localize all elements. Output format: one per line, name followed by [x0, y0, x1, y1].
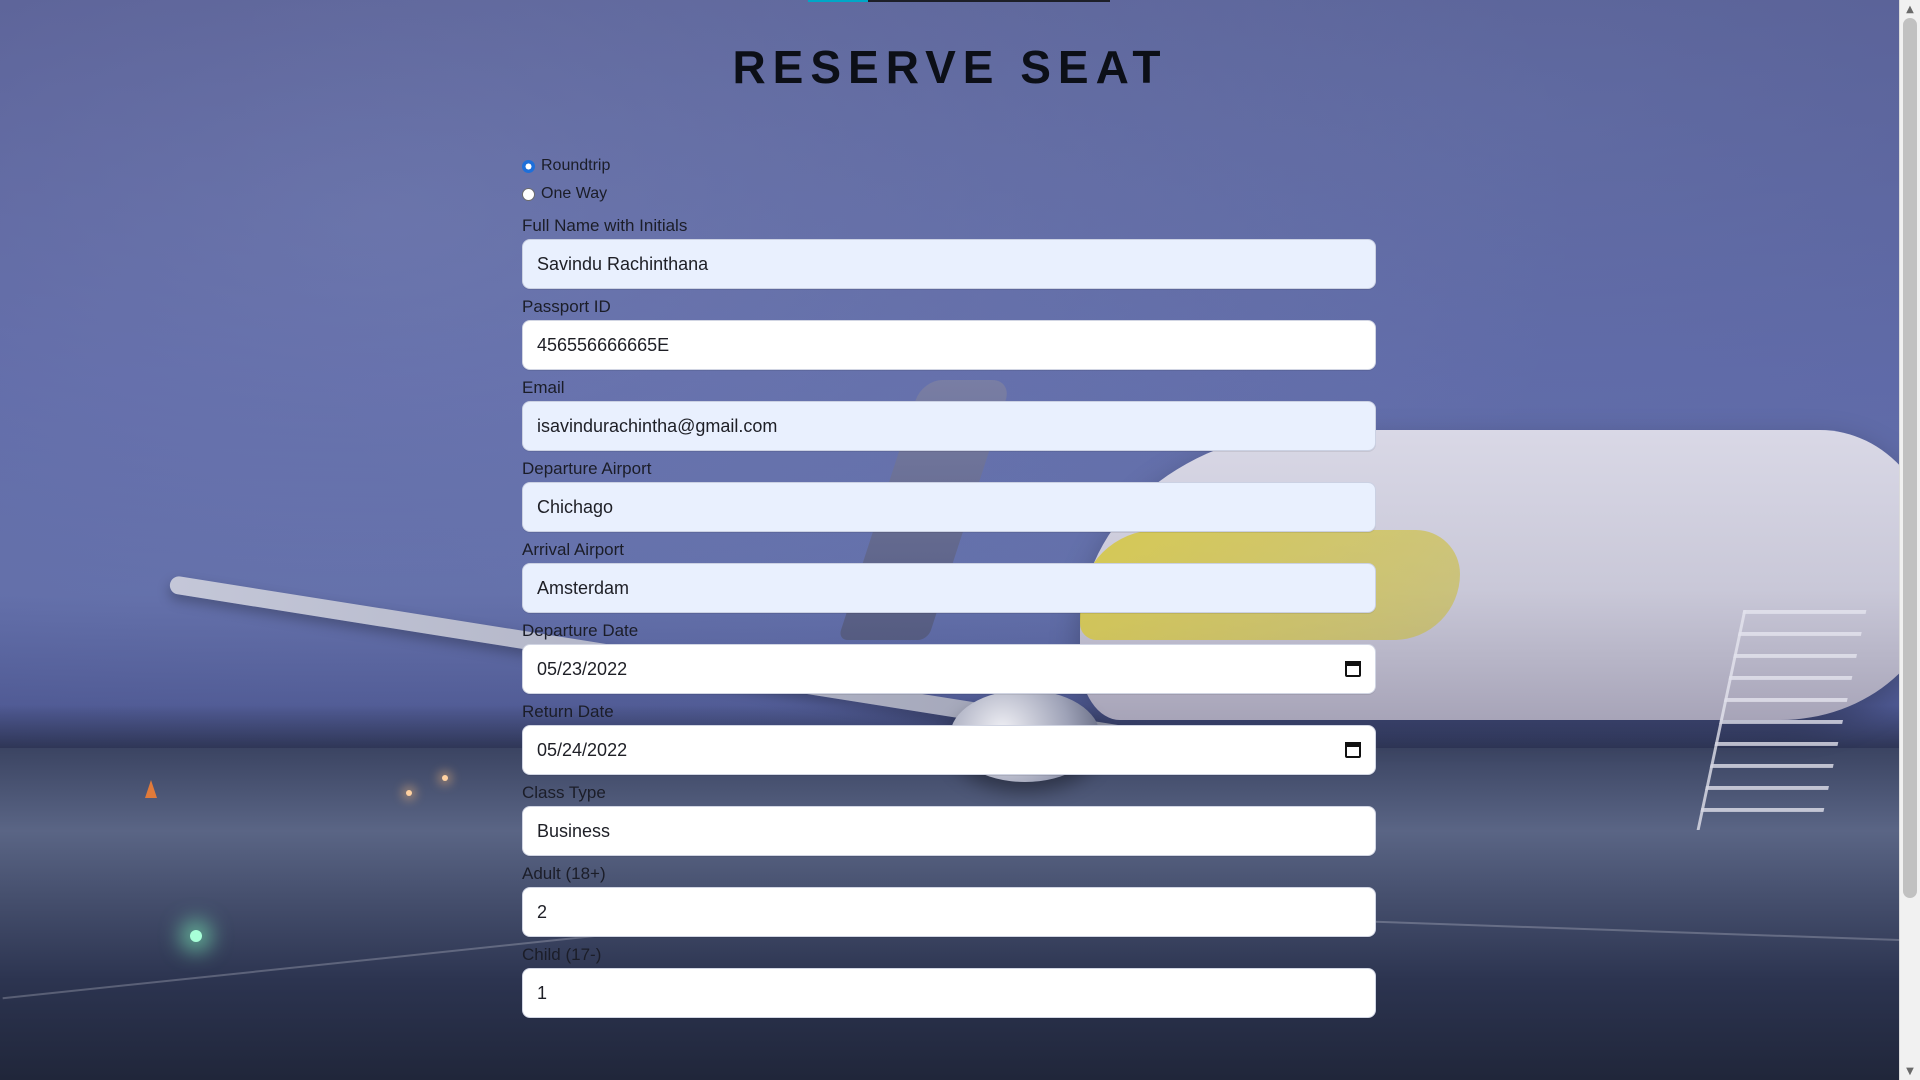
radio-label: One Way — [541, 185, 608, 202]
departure-airport-input[interactable]: Chichago — [522, 482, 1376, 532]
chevron-up-icon[interactable]: ▲ — [1900, 0, 1920, 18]
email-label: Email — [522, 378, 565, 397]
child-input[interactable]: 1 — [522, 968, 1376, 1018]
chevron-down-icon[interactable]: ▼ — [1900, 1062, 1920, 1080]
full-name-label: Full Name with Initials — [522, 216, 688, 235]
adult-value: 2 — [537, 901, 548, 922]
full-name-input[interactable]: Savindu Rachinthana — [522, 239, 1376, 289]
calendar-icon[interactable] — [1345, 742, 1361, 758]
calendar-icon[interactable] — [1345, 661, 1361, 677]
class-type-input[interactable]: Business — [522, 806, 1376, 856]
vertical-scrollbar[interactable]: ▲ ▼ — [1899, 0, 1920, 1080]
runway-light — [442, 775, 448, 781]
departure-airport-label: Departure Airport — [522, 459, 652, 478]
email-value: isavindurachintha@gmail.com — [537, 415, 778, 436]
departure-date-label: Departure Date — [522, 621, 639, 640]
arrival-airport-label: Arrival Airport — [522, 540, 625, 559]
arrival-airport-input[interactable]: Amsterdam — [522, 563, 1376, 613]
trip-type-one-way[interactable]: One Way — [522, 180, 1376, 208]
radio-label: Roundtrip — [541, 157, 611, 174]
passport-id-value: 456556666665E — [537, 334, 670, 355]
traffic-cone — [145, 780, 157, 798]
return-date-input[interactable]: 05/24/2022 — [522, 725, 1376, 775]
return-date-label: Return Date — [522, 702, 614, 721]
return-date-value: 05/24/2022 — [537, 739, 628, 760]
radio-button[interactable] — [522, 159, 535, 173]
adult-input[interactable]: 2 — [522, 887, 1376, 937]
class-type-label: Class Type — [522, 783, 606, 802]
departure-date-input[interactable]: 05/23/2022 — [522, 644, 1376, 694]
departure-date-value: 05/23/2022 — [537, 658, 628, 679]
departure-airport-value: Chichago — [537, 496, 614, 517]
adult-label: Adult (18+) — [522, 864, 606, 883]
radio-button[interactable] — [522, 187, 535, 201]
full-name-value: Savindu Rachinthana — [537, 253, 709, 274]
email-input[interactable]: isavindurachintha@gmail.com — [522, 401, 1376, 451]
top-progress-indicator — [808, 0, 868, 2]
class-type-value: Business — [537, 820, 611, 841]
child-label: Child (17-) — [522, 945, 602, 964]
scrollbar-thumb[interactable] — [1903, 18, 1917, 898]
runway-light — [190, 930, 202, 942]
arrival-airport-value: Amsterdam — [537, 577, 630, 598]
child-value: 1 — [537, 982, 548, 1003]
runway-light — [406, 790, 412, 796]
page-title: RESERVE SEAT — [732, 41, 1168, 93]
passport-id-input[interactable]: 456556666665E — [522, 320, 1376, 370]
trip-type-roundtrip[interactable]: Roundtrip — [522, 152, 1376, 180]
passport-id-label: Passport ID — [522, 297, 611, 316]
reserve-seat-form: Roundtrip One Way Full Name with Initial… — [522, 152, 1376, 1018]
